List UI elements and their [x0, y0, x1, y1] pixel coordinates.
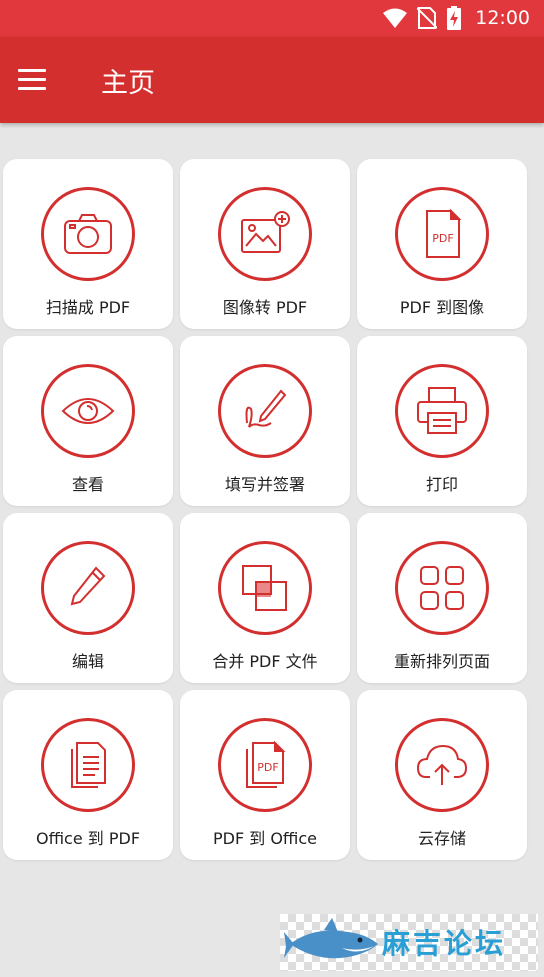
app-bar: 主页 [0, 37, 544, 123]
status-time: 12:00 [475, 7, 530, 29]
status-icons: 12:00 [383, 6, 530, 30]
tile-label: 填写并签署 [224, 475, 305, 494]
hamburger-menu-icon-bar-2 [18, 78, 46, 81]
signature-icon [218, 364, 312, 458]
pdf-file-icon: PDF [395, 187, 489, 281]
watermark: 麻吉论坛 [280, 914, 538, 971]
tile-pdf-to-office[interactable]: PDF PDF 到 Office [180, 690, 350, 860]
tile-scan-to-pdf[interactable]: 扫描成 PDF [3, 159, 173, 329]
tile-label: 打印 [425, 475, 458, 494]
hamburger-menu-icon-bar-3 [18, 87, 46, 90]
tile-label: 查看 [71, 475, 104, 494]
eye-icon [41, 364, 135, 458]
tile-label: PDF 到 Office [212, 829, 318, 848]
tile-print[interactable]: 打印 [357, 336, 527, 506]
grid-pages-icon [395, 541, 489, 635]
add-image-icon [218, 187, 312, 281]
hamburger-menu-icon-bar-1 [18, 69, 46, 72]
feature-grid: 扫描成 PDF 图像转 PDF PDF PDF 到图像 查看 填写并签署 打印 … [3, 159, 527, 860]
merge-icon [218, 541, 312, 635]
tile-view[interactable]: 查看 [3, 336, 173, 506]
tile-image-to-pdf[interactable]: 图像转 PDF [180, 159, 350, 329]
page-title: 主页 [101, 68, 155, 99]
tile-edit[interactable]: 编辑 [3, 513, 173, 683]
tile-label: PDF 到图像 [399, 298, 485, 317]
tile-merge-pdf[interactable]: 合并 PDF 文件 [180, 513, 350, 683]
svg-text:PDF: PDF [257, 761, 278, 774]
tile-office-to-pdf[interactable]: Office 到 PDF [3, 690, 173, 860]
tile-label: 重新排列页面 [393, 652, 490, 671]
cloud-upload-icon [395, 718, 489, 812]
document-icon [41, 718, 135, 812]
status-bar: 12:00 [0, 0, 544, 37]
tile-rearrange-pages[interactable]: 重新排列页面 [357, 513, 527, 683]
tile-pdf-to-image[interactable]: PDF PDF 到图像 [357, 159, 527, 329]
tile-label: 扫描成 PDF [45, 298, 131, 317]
shark-logo-icon [284, 918, 378, 959]
watermark-text: 麻吉论坛 [382, 927, 507, 960]
menu-button[interactable] [14, 63, 50, 97]
tile-label: 合并 PDF 文件 [212, 652, 318, 671]
no-sim-icon [417, 7, 438, 29]
tile-label: 图像转 PDF [222, 298, 308, 317]
camera-icon [41, 187, 135, 281]
tile-cloud-storage[interactable]: 云存储 [357, 690, 527, 860]
pencil-icon [41, 541, 135, 635]
tile-label: 编辑 [71, 652, 104, 671]
battery-charging-icon [447, 6, 462, 30]
tile-label: Office 到 PDF [35, 829, 141, 848]
tile-fill-and-sign[interactable]: 填写并签署 [180, 336, 350, 506]
tile-label: 云存储 [417, 829, 466, 848]
pdf-stack-icon: PDF [218, 718, 312, 812]
printer-icon [395, 364, 489, 458]
wifi-icon [383, 8, 408, 28]
svg-text:PDF: PDF [432, 232, 453, 245]
